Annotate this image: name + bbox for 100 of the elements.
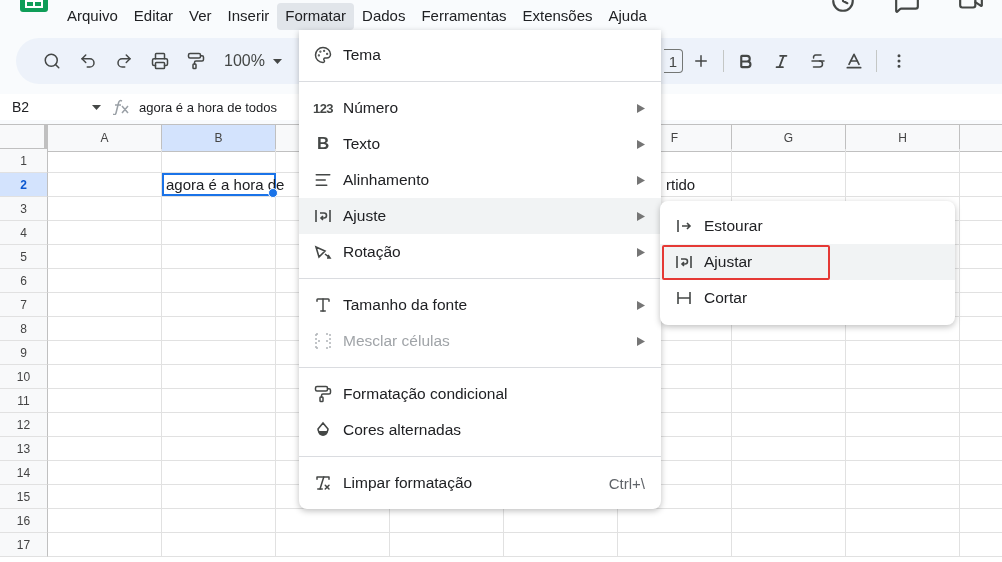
table-cell[interactable] (732, 341, 846, 365)
table-cell[interactable] (732, 533, 846, 557)
column-header[interactable]: B (162, 125, 276, 152)
table-cell[interactable] (48, 245, 162, 269)
column-header[interactable]: A (48, 125, 162, 152)
table-cell[interactable] (162, 389, 276, 413)
row-header[interactable]: 15 (0, 485, 48, 509)
caret-icon[interactable] (272, 58, 282, 64)
table-cell[interactable] (618, 533, 732, 557)
table-cell[interactable] (162, 317, 276, 341)
table-cell[interactable] (162, 197, 276, 221)
table-cell[interactable] (48, 485, 162, 509)
row-header[interactable]: 4 (0, 221, 48, 245)
caret-icon[interactable] (92, 104, 101, 110)
row-header[interactable]: 5 (0, 245, 48, 269)
table-cell[interactable] (48, 269, 162, 293)
table-cell[interactable] (732, 389, 846, 413)
menu-option[interactable]: 123 Número (299, 90, 661, 126)
table-cell[interactable] (846, 509, 960, 533)
column-header[interactable]: G (732, 125, 846, 152)
table-cell[interactable] (732, 365, 846, 389)
row-header[interactable]: 6 (0, 269, 48, 293)
table-cell[interactable] (276, 533, 390, 557)
menu-option[interactable]: Ajuste (299, 198, 661, 234)
table-cell[interactable] (48, 461, 162, 485)
table-cell[interactable] (846, 485, 960, 509)
table-cell[interactable] (732, 485, 846, 509)
table-cell[interactable] (48, 197, 162, 221)
table-cell[interactable] (48, 437, 162, 461)
row-header[interactable]: 8 (0, 317, 48, 341)
name-box[interactable]: B2 (0, 99, 92, 115)
row-header[interactable]: 2 (0, 173, 48, 197)
submenu-option[interactable]: Cortar (660, 280, 955, 316)
table-cell[interactable] (162, 149, 276, 173)
submenu-option[interactable]: Ajustar (660, 244, 955, 280)
font-size-field[interactable]: 1 (663, 49, 683, 73)
menu-option[interactable]: Cores alternadas (299, 412, 661, 448)
menu-option[interactable]: Tamanho da fonte (299, 287, 661, 323)
table-cell[interactable] (48, 293, 162, 317)
table-cell[interactable] (846, 149, 960, 173)
menu-item[interactable]: Dados (354, 3, 414, 30)
table-cell[interactable] (48, 221, 162, 245)
table-cell[interactable] (48, 341, 162, 365)
menu-item[interactable]: Formatar (277, 3, 355, 30)
table-cell[interactable] (162, 221, 276, 245)
table-cell[interactable] (48, 149, 162, 173)
table-cell[interactable] (48, 509, 162, 533)
table-cell[interactable] (504, 533, 618, 557)
column-header[interactable]: H (846, 125, 960, 152)
menu-item[interactable]: Extensões (514, 3, 601, 30)
table-cell[interactable] (846, 533, 960, 557)
table-cell[interactable] (846, 413, 960, 437)
table-cell[interactable] (390, 533, 504, 557)
row-header[interactable]: 17 (0, 533, 48, 557)
row-header[interactable]: 12 (0, 413, 48, 437)
row-header[interactable]: 10 (0, 365, 48, 389)
menu-option[interactable]: Limpar formatação Ctrl+\ (299, 465, 661, 501)
table-cell[interactable] (48, 365, 162, 389)
table-cell[interactable] (162, 533, 276, 557)
table-cell[interactable] (162, 413, 276, 437)
table-cell[interactable] (732, 509, 846, 533)
row-header[interactable]: 9 (0, 341, 48, 365)
menu-item[interactable]: Ajuda (600, 3, 655, 30)
table-cell[interactable] (48, 413, 162, 437)
row-header[interactable]: 14 (0, 461, 48, 485)
table-cell[interactable] (846, 365, 960, 389)
table-cell[interactable] (732, 437, 846, 461)
table-cell[interactable] (732, 413, 846, 437)
row-header[interactable]: 13 (0, 437, 48, 461)
table-cell[interactable] (846, 173, 960, 197)
table-cell[interactable] (732, 461, 846, 485)
menu-item[interactable]: Ver (181, 3, 220, 30)
table-cell[interactable] (846, 437, 960, 461)
table-cell[interactable] (846, 341, 960, 365)
table-cell[interactable] (732, 173, 846, 197)
table-cell[interactable] (162, 245, 276, 269)
table-cell[interactable] (48, 389, 162, 413)
table-cell[interactable] (162, 509, 276, 533)
menu-option[interactable]: Tema (299, 37, 661, 73)
formula-text[interactable]: agora é a hora de todos (139, 99, 278, 115)
menu-item[interactable]: Editar (125, 3, 182, 30)
menu-item[interactable]: Inserir (219, 3, 278, 30)
submenu-option[interactable]: Estourar (660, 208, 955, 244)
table-cell[interactable] (846, 389, 960, 413)
table-cell[interactable] (162, 485, 276, 509)
table-cell[interactable] (732, 149, 846, 173)
table-cell[interactable] (48, 533, 162, 557)
table-cell[interactable] (162, 341, 276, 365)
table-cell[interactable] (162, 365, 276, 389)
row-header[interactable]: 1 (0, 149, 48, 173)
menu-option[interactable]: Rotação (299, 234, 661, 270)
row-header[interactable]: 11 (0, 389, 48, 413)
menu-option[interactable]: Formatação condicional (299, 376, 661, 412)
table-cell[interactable] (846, 461, 960, 485)
table-cell[interactable] (162, 437, 276, 461)
table-cell[interactable] (162, 461, 276, 485)
zoom-select[interactable]: 100% (214, 47, 292, 75)
menu-item[interactable]: Arquivo (59, 3, 126, 30)
table-cell[interactable] (162, 293, 276, 317)
row-header[interactable]: 16 (0, 509, 48, 533)
